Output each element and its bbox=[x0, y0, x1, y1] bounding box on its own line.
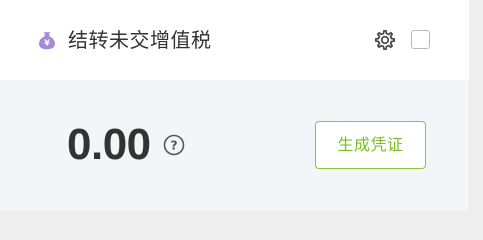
question-circle-icon[interactable]: ? bbox=[163, 134, 185, 156]
vat-transfer-card: ¥ 结转未交增值税 0.00 ? 生成凭证 bbox=[0, 0, 469, 210]
generate-voucher-button[interactable]: 生成凭证 bbox=[315, 121, 426, 169]
money-bag-yuan-icon: ¥ bbox=[39, 32, 55, 50]
vat-amount: 0.00 bbox=[67, 120, 151, 169]
gear-icon[interactable] bbox=[373, 28, 397, 52]
select-checkbox[interactable] bbox=[411, 30, 430, 49]
svg-text:?: ? bbox=[170, 138, 177, 153]
svg-text:¥: ¥ bbox=[44, 39, 50, 48]
card-header: ¥ 结转未交增值税 bbox=[0, 0, 469, 80]
card-title: 结转未交增值税 bbox=[68, 28, 212, 52]
